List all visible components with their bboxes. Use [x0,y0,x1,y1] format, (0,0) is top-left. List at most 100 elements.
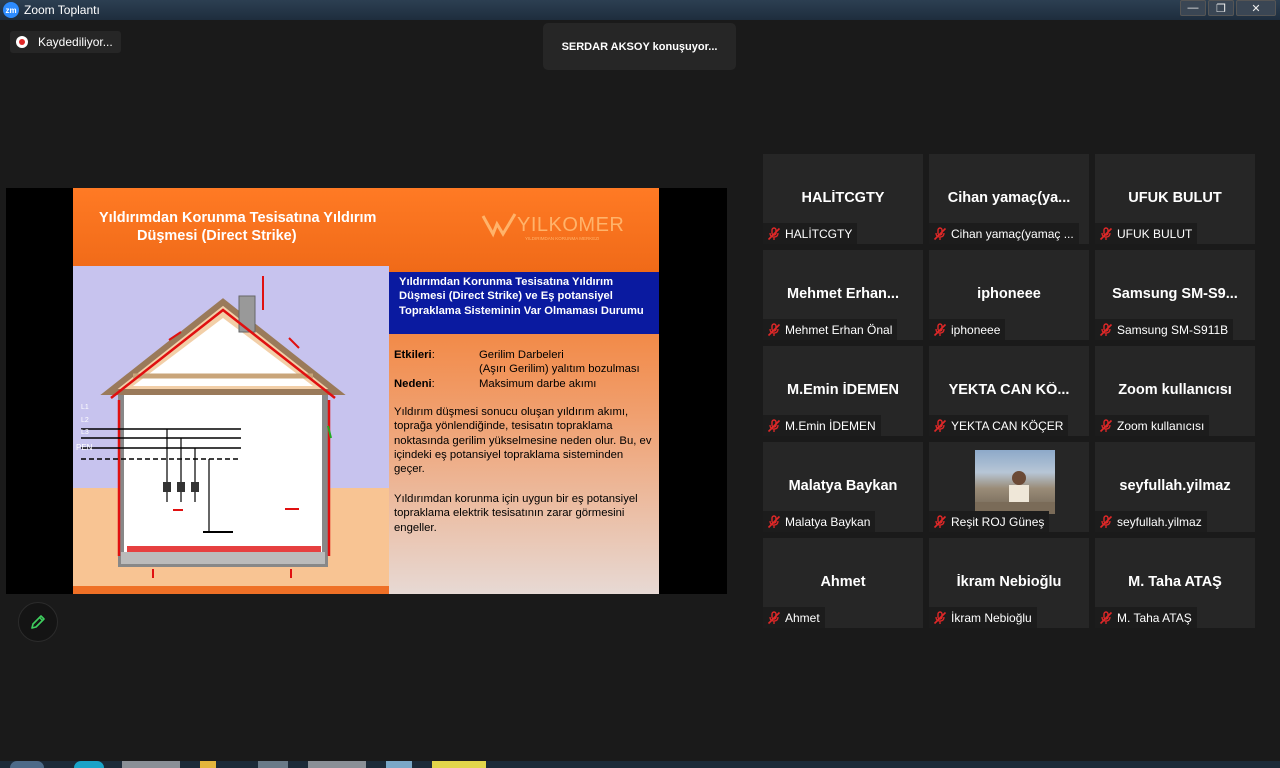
yilkomer-logo: YILKOMER YILDIRIMDAN KORUNMA MERKEZI [481,210,625,241]
mic-muted-icon [767,226,781,240]
participant-tile[interactable]: Reşit ROJ Güneş [929,442,1089,532]
participant-tile[interactable]: UFUK BULUT UFUK BULUT [1095,154,1255,244]
participant-nameplate: Zoom kullanıcısı [1095,415,1210,436]
participant-display-name: seyfullah.yilmaz [1119,478,1231,494]
participant-display-name: M. Taha ATAŞ [1128,574,1222,590]
diagram-label-pen: PEN [76,443,93,452]
participant-display-name: Malatya Baykan [788,478,898,494]
logo-text: YILKOMER [517,213,625,236]
recording-label: Kaydediliyor... [38,35,113,49]
taskbar-item[interactable] [308,761,366,768]
participant-nameplate: Malatya Baykan [763,511,876,532]
taskbar-item[interactable] [122,761,180,768]
restore-button[interactable]: ❐ [1208,0,1234,16]
title-bar: zm Zoom Toplantı — ❐ ✕ [0,0,1280,20]
mic-muted-icon [1099,610,1113,624]
effects-value-1: Gerilim Darbeleri [479,349,564,361]
participant-name: Reşit ROJ Güneş [951,514,1045,529]
taskbar-item[interactable] [432,761,486,768]
participant-tile[interactable]: seyfullah.yilmaz seyfullah.yilmaz [1095,442,1255,532]
cause-key: Nedeni [394,378,432,390]
house-diagram-graphic [73,276,389,586]
logo-subtext: YILDIRIMDAN KORUNMA MERKEZI [525,236,600,241]
participant-nameplate: İkram Nebioğlu [929,607,1037,628]
mic-muted-icon [1099,514,1113,528]
participant-nameplate: Reşit ROJ Güneş [929,511,1050,532]
mic-muted-icon [933,226,947,240]
participant-display-name: UFUK BULUT [1128,190,1222,206]
taskbar-item[interactable] [74,761,104,768]
lightning-house-diagram: L1 L2 L3 PEN [73,266,389,586]
mic-muted-icon [767,418,781,432]
participant-display-name: M.Emin İDEMEN [787,382,899,398]
taskbar-item[interactable] [200,761,216,768]
participant-nameplate: UFUK BULUT [1095,223,1198,244]
slide-title-line1: Yıldırımdan Korunma Tesisatına Yıldırım [99,210,377,226]
participant-display-name: Ahmet [820,574,866,590]
logo-mark-icon [481,213,517,238]
annotate-button[interactable] [18,602,58,642]
participant-tile[interactable]: Samsung SM-S9... Samsung SM-S911B [1095,250,1255,340]
effects-row-2: (Aşırı Gerilim) yalıtım bozulması [479,363,640,375]
mic-muted-icon [1099,322,1113,336]
diagram-label-l3: L3 [81,429,89,436]
participant-display-name: Zoom kullanıcısı [1118,382,1232,398]
mic-muted-icon [933,514,947,528]
effects-key: Etkileri [394,349,432,361]
participant-video [975,450,1055,514]
participant-display-name: Mehmet Erhan... [787,286,899,302]
participant-tile[interactable]: HALİTCGTY HALİTCGTY [763,154,923,244]
participant-nameplate: Samsung SM-S911B [1095,319,1234,340]
slide-title: Yıldırımdan Korunma Tesisatına Yıldırım … [99,209,399,245]
participant-nameplate: iphoneee [929,319,1006,340]
participant-tile[interactable]: İkram Nebioğlu İkram Nebioğlu [929,538,1089,628]
taskbar-item[interactable] [386,761,412,768]
cause-row: Nedeni: Maksimum darbe akımı [394,378,597,390]
taskbar-item[interactable] [258,761,288,768]
participant-name: M.Emin İDEMEN [785,418,876,433]
participant-nameplate: Cihan yamaç(yamaç ... [929,223,1079,244]
mic-muted-icon [767,514,781,528]
participant-name: Mehmet Erhan Önal [785,322,893,337]
participant-name: Cihan yamaç(yamaç ... [951,226,1074,241]
participant-tile[interactable]: Zoom kullanıcısı Zoom kullanıcısı [1095,346,1255,436]
participant-display-name: iphoneee [977,286,1041,302]
taskbar-item[interactable] [10,761,44,768]
participant-nameplate: HALİTCGTY [763,223,858,244]
slide-box-heading: Yıldırımdan Korunma Tesisatına Yıldırım … [389,272,659,334]
mic-muted-icon [933,418,947,432]
screen-share-view[interactable]: Yıldırımdan Korunma Tesisatına Yıldırım … [6,188,727,594]
diagram-label-l2: L2 [81,417,89,424]
participant-tile[interactable]: YEKTA CAN KÖ... YEKTA CAN KÖÇER [929,346,1089,436]
active-speaker-label: SERDAR AKSOY konuşuyor... [561,40,718,53]
participant-name: YEKTA CAN KÖÇER [951,418,1064,433]
participant-name: Zoom kullanıcısı [1117,418,1205,433]
presentation-slide: Yıldırımdan Korunma Tesisatına Yıldırım … [73,188,659,594]
active-speaker-banner: SERDAR AKSOY konuşuyor... [543,23,736,70]
slide-title-line2: Düşmesi (Direct Strike) [137,228,297,244]
pencil-icon [31,615,45,629]
participant-tile[interactable]: M.Emin İDEMEN M.Emin İDEMEN [763,346,923,436]
minimize-button[interactable]: — [1180,0,1206,16]
effects-row: Etkileri: Gerilim Darbeleri [394,349,564,361]
slide-paragraph-2: Yıldırımdan korunma için uygun bir eş po… [394,493,638,534]
participant-tile[interactable]: Cihan yamaç(ya... Cihan yamaç(yamaç ... [929,154,1089,244]
participant-tile[interactable]: Mehmet Erhan... Mehmet Erhan Önal [763,250,923,340]
close-button[interactable]: ✕ [1236,0,1276,16]
participant-nameplate: seyfullah.yilmaz [1095,511,1207,532]
window-title: Zoom Toplantı [24,3,100,17]
recording-indicator[interactable]: Kaydediliyor... [10,31,121,53]
windows-taskbar [0,761,1280,768]
participant-gallery: HALİTCGTY HALİTCGTY Cihan yamaç(ya... Cihan… [763,154,1255,628]
record-dot-icon [16,36,28,48]
participant-tile[interactable]: iphoneee iphoneee [929,250,1089,340]
participant-nameplate: YEKTA CAN KÖÇER [929,415,1069,436]
participant-name: Ahmet [785,610,820,625]
participant-tile[interactable]: Ahmet Ahmet [763,538,923,628]
participant-tile[interactable]: Malatya Baykan Malatya Baykan [763,442,923,532]
participant-name: Samsung SM-S911B [1117,322,1229,337]
participant-tile[interactable]: M. Taha ATAŞ M. Taha ATAŞ [1095,538,1255,628]
slide-content: Yıldırımdan Korunma Tesisatına Yıldırım … [389,272,659,594]
mic-muted-icon [933,322,947,336]
slide-header: Yıldırımdan Korunma Tesisatına Yıldırım … [73,188,659,272]
